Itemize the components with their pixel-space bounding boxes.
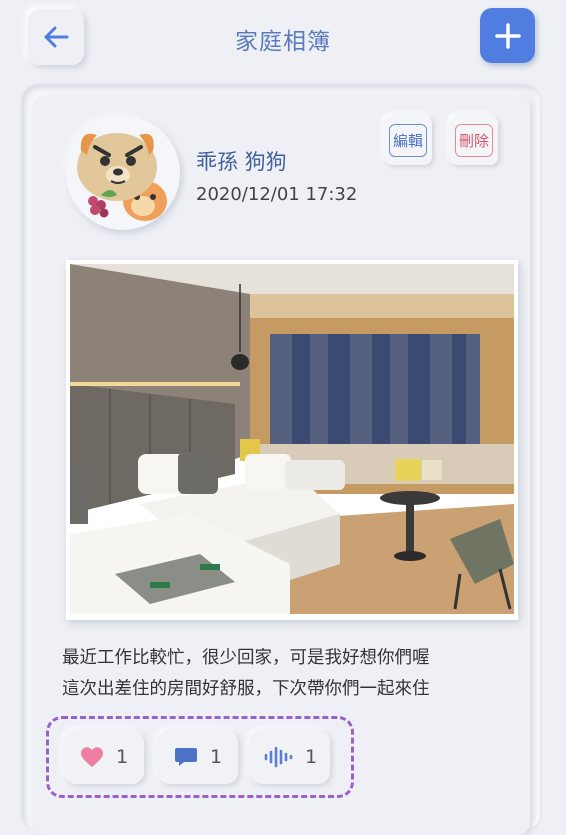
comment-count: 1 — [209, 746, 223, 768]
top-bar: 家庭相簿 — [0, 0, 566, 80]
comment-button[interactable]: 1 — [158, 730, 238, 784]
edit-button[interactable]: 編輯 — [384, 115, 432, 165]
delete-button[interactable]: 刪除 — [450, 115, 498, 165]
avatar[interactable] — [66, 116, 180, 230]
avatar-illustration — [77, 133, 167, 221]
post-caption: 最近工作比較忙，很少回家，可是我好想你們喔 這次出差住的房間好舒服，下次帶你們一… — [62, 648, 430, 699]
post-photo-frame — [66, 260, 518, 620]
user-name: 乖孫 狗狗 — [196, 150, 287, 174]
post-timestamp: 2020/12/01 17:32 — [196, 184, 358, 205]
edit-button-label: 編輯 — [388, 123, 427, 157]
heart-icon — [80, 747, 103, 767]
delete-button-label: 刪除 — [454, 123, 493, 157]
hotel-room-photo — [70, 264, 514, 614]
audio-wave-icon — [264, 746, 293, 768]
add-photo-button[interactable] — [480, 8, 535, 63]
plus-icon — [494, 22, 521, 49]
like-button[interactable]: 1 — [64, 730, 144, 784]
post-photo[interactable] — [70, 264, 514, 614]
like-count: 1 — [115, 746, 129, 768]
comment-icon — [174, 748, 197, 766]
voice-message-button[interactable]: 1 — [250, 730, 330, 784]
voice-count: 1 — [304, 746, 318, 768]
